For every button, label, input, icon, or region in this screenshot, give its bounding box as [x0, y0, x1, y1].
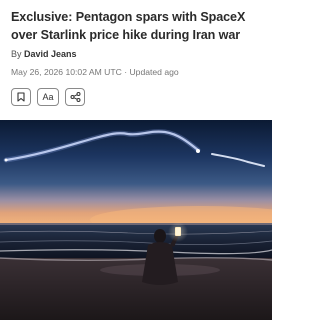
- article-actions: Aa: [11, 88, 85, 106]
- bookmark-icon: [17, 92, 25, 102]
- text-size-button[interactable]: Aa: [37, 88, 59, 106]
- article-headline[interactable]: Exclusive: Pentagon spars with SpaceX ov…: [11, 8, 263, 44]
- author-link[interactable]: David Jeans: [24, 49, 77, 59]
- share-button[interactable]: [65, 88, 85, 106]
- byline-prefix: By: [11, 49, 25, 59]
- article-photo[interactable]: [0, 120, 272, 320]
- article-page: Exclusive: Pentagon spars with SpaceX ov…: [0, 0, 272, 320]
- share-icon: [70, 92, 81, 102]
- byline: By David Jeans: [11, 49, 77, 59]
- dateline: May 26, 2026 10:02 AM UTC · Updated ago: [11, 67, 179, 77]
- text-size-label: Aa: [42, 92, 54, 102]
- bookmark-button[interactable]: [11, 88, 31, 106]
